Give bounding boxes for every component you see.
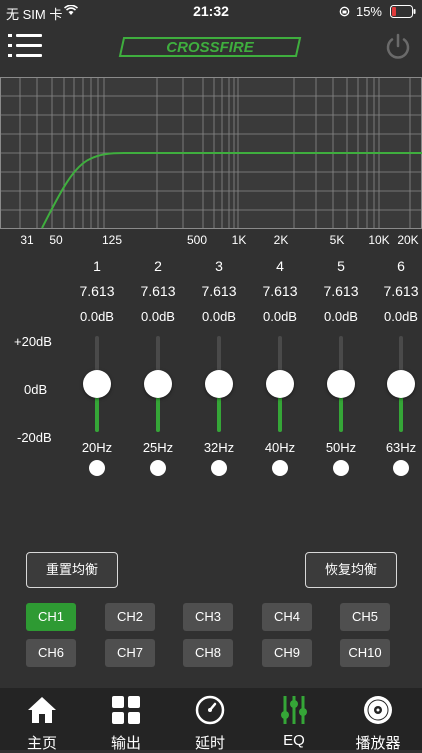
band-q-value[interactable]: 7.613 bbox=[370, 283, 422, 299]
eq-band-3: 3 7.613 0.0dB 32Hz bbox=[188, 254, 250, 479]
band-select-dot[interactable] bbox=[211, 460, 227, 476]
band-q-value[interactable]: 7.613 bbox=[249, 283, 311, 299]
band-number: 6 bbox=[397, 258, 405, 274]
battery-icon bbox=[390, 5, 416, 18]
freq-tick: 31 bbox=[20, 233, 34, 247]
channel-button-ch4[interactable]: CH4 bbox=[262, 603, 312, 631]
tab-delay[interactable]: 延时 bbox=[168, 688, 252, 752]
channel-button-ch9[interactable]: CH9 bbox=[262, 639, 312, 667]
channel-button-ch10[interactable]: CH10 bbox=[340, 639, 390, 667]
channel-button-ch2[interactable]: CH2 bbox=[105, 603, 155, 631]
eq-response-graph bbox=[0, 77, 422, 229]
freq-tick: 5K bbox=[329, 233, 345, 247]
restore-eq-button[interactable]: 恢复均衡 bbox=[305, 552, 397, 588]
tab-output[interactable]: 输出 bbox=[84, 688, 168, 752]
band-frequency[interactable]: 32Hz bbox=[188, 440, 250, 455]
gain-slider-knob[interactable] bbox=[327, 370, 355, 398]
band-gain-value[interactable]: 0.0dB bbox=[249, 309, 311, 324]
eq-band-4: 4 7.613 0.0dB 40Hz bbox=[249, 254, 311, 479]
band-frequency[interactable]: 63Hz bbox=[370, 440, 422, 455]
channel-button-ch6[interactable]: CH6 bbox=[26, 639, 76, 667]
band-number: 3 bbox=[215, 258, 223, 274]
home-icon bbox=[28, 697, 56, 723]
eq-band-1: 1 7.613 0.0dB 20Hz bbox=[66, 254, 128, 479]
gain-slider-knob[interactable] bbox=[83, 370, 111, 398]
band-select-dot[interactable] bbox=[89, 460, 105, 476]
gain-scale-top: +20dB bbox=[14, 334, 52, 349]
grid-icon bbox=[112, 696, 140, 724]
channel-button-ch8[interactable]: CH8 bbox=[183, 639, 233, 667]
channel-button-ch3[interactable]: CH3 bbox=[183, 603, 233, 631]
channel-button-ch5[interactable]: CH5 bbox=[340, 603, 390, 631]
disc-icon bbox=[364, 696, 392, 724]
logo-text: CROSSFIRE bbox=[166, 39, 255, 56]
gain-slider-knob[interactable] bbox=[144, 370, 172, 398]
band-number: 4 bbox=[276, 258, 284, 274]
freq-tick: 500 bbox=[186, 233, 208, 247]
menu-button[interactable] bbox=[8, 32, 42, 60]
band-q-value[interactable]: 7.613 bbox=[188, 283, 250, 299]
power-icon[interactable] bbox=[383, 32, 413, 62]
band-gain-value[interactable]: 0.0dB bbox=[66, 309, 128, 324]
band-gain-value[interactable]: 0.0dB bbox=[127, 309, 189, 324]
band-q-value[interactable]: 7.613 bbox=[127, 283, 189, 299]
band-frequency[interactable]: 40Hz bbox=[249, 440, 311, 455]
gain-scale-bottom: -20dB bbox=[17, 430, 52, 445]
band-number: 2 bbox=[154, 258, 162, 274]
reset-eq-button[interactable]: 重置均衡 bbox=[26, 552, 118, 588]
band-gain-value[interactable]: 0.0dB bbox=[370, 309, 422, 324]
band-select-dot[interactable] bbox=[333, 460, 349, 476]
gain-scale-mid: 0dB bbox=[24, 382, 48, 397]
freq-tick: 10K bbox=[368, 233, 390, 247]
freq-tick: 2K bbox=[273, 233, 289, 247]
eq-band-2: 2 7.613 0.0dB 25Hz bbox=[127, 254, 189, 479]
tab-eq[interactable]: EQ bbox=[252, 688, 336, 750]
equalizer-icon bbox=[281, 696, 307, 724]
channel-button-ch7[interactable]: CH7 bbox=[105, 639, 155, 667]
band-frequency[interactable]: 20Hz bbox=[66, 440, 128, 455]
eq-band-6: 6 7.613 0.0dB 63Hz bbox=[360, 254, 422, 479]
band-gain-value[interactable]: 0.0dB bbox=[188, 309, 250, 324]
tab-home[interactable]: 主页 bbox=[0, 688, 84, 752]
status-bar: 无 SIM 卡 21:32 15% bbox=[0, 0, 422, 24]
gain-slider-knob[interactable] bbox=[266, 370, 294, 398]
freq-tick: 50 bbox=[49, 233, 63, 247]
battery-percent: 15% bbox=[355, 4, 382, 19]
tab-label: EQ bbox=[283, 732, 305, 749]
band-select-dot[interactable] bbox=[150, 460, 166, 476]
crossfire-logo: CROSSFIRE bbox=[118, 37, 302, 57]
orientation-lock-icon bbox=[339, 6, 350, 17]
frequency-axis: 31 50 125 500 1K 2K 5K 10K 20K bbox=[0, 233, 422, 249]
bottom-tab-bar: 主页 输出 延时 EQ 播放器 bbox=[0, 688, 422, 752]
band-number: 1 bbox=[93, 258, 101, 274]
gain-slider-knob[interactable] bbox=[387, 370, 415, 398]
tab-player[interactable]: 播放器 bbox=[336, 688, 422, 752]
band-select-dot[interactable] bbox=[272, 460, 288, 476]
clock-icon bbox=[195, 695, 225, 725]
band-frequency[interactable]: 25Hz bbox=[127, 440, 189, 455]
band-select-dot[interactable] bbox=[393, 460, 409, 476]
gain-slider-knob[interactable] bbox=[205, 370, 233, 398]
freq-tick: 125 bbox=[101, 233, 123, 247]
freq-tick: 1K bbox=[231, 233, 247, 247]
band-q-value[interactable]: 7.613 bbox=[66, 283, 128, 299]
channel-button-ch1[interactable]: CH1 bbox=[26, 603, 76, 631]
freq-tick: 20K bbox=[397, 233, 419, 247]
